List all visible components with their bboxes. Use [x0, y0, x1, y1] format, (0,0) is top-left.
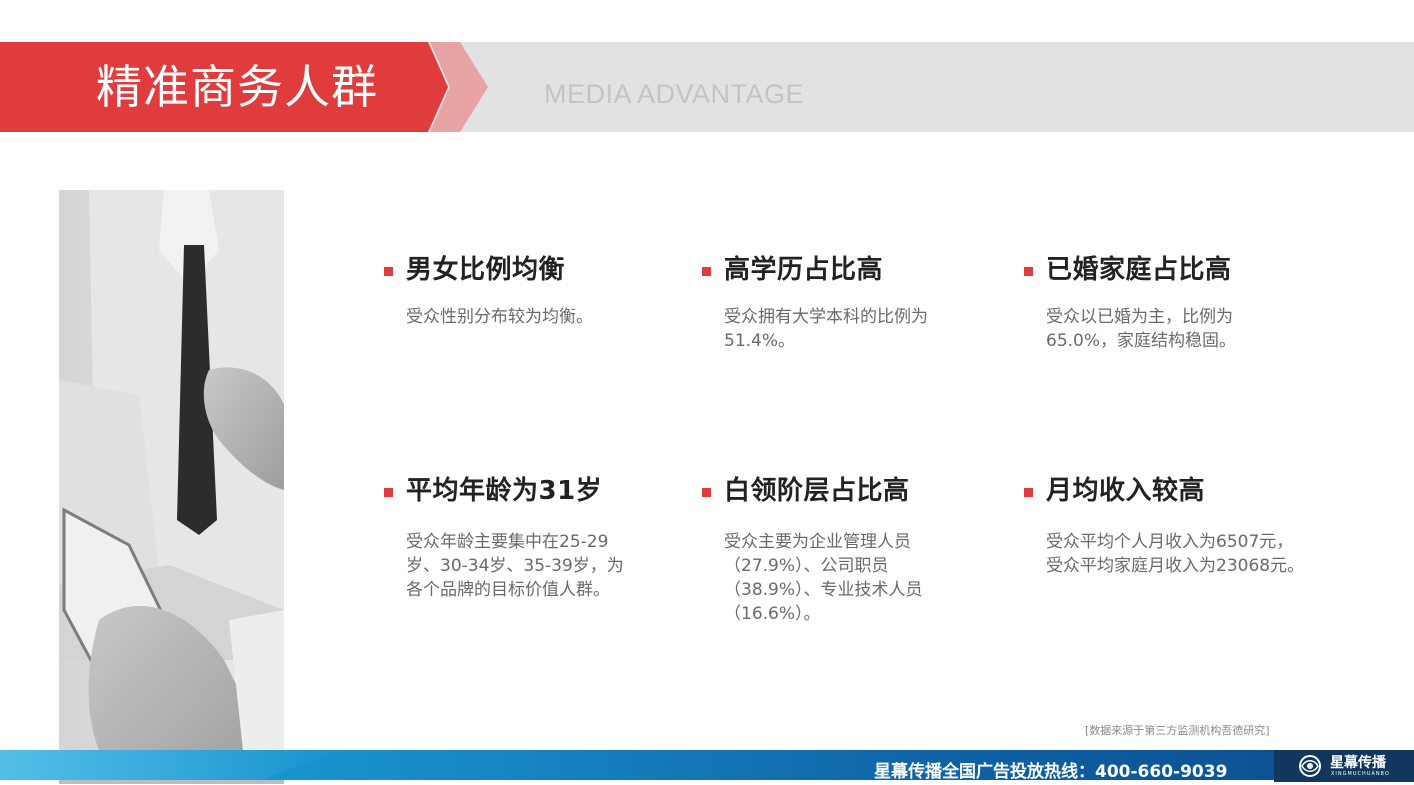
bullet-square-icon: [702, 267, 711, 276]
advertising-hotline: 星幕传播全国广告投放热线：400-660-9039: [874, 762, 1228, 782]
feature-title: 男女比例均衡: [406, 255, 566, 285]
business-people-photo: [59, 190, 284, 784]
brand-name: 星幕传播: [1330, 755, 1386, 771]
bullet-square-icon: [384, 488, 393, 497]
feature-title: 高学历占比高: [724, 255, 884, 285]
bullet-square-icon: [702, 488, 711, 497]
brand-pinyin: XINGMUCHUANBO: [1331, 771, 1390, 777]
feature-title: 白领阶层占比高: [724, 476, 910, 506]
feature-title: 已婚家庭占比高: [1046, 255, 1232, 285]
feature-title: 平均年龄为31岁: [406, 476, 603, 506]
footer-wave-decoration: [0, 750, 340, 780]
feature-description: 受众以已婚为主，比例为65.0%，家庭结构稳固。: [1046, 307, 1237, 351]
feature-description: 受众年龄主要集中在25-29岁、30-34岁、35-39岁，为各个品牌的目标价值…: [406, 532, 624, 600]
bullet-square-icon: [1024, 488, 1033, 497]
page-title: 精准商务人群: [96, 60, 378, 114]
brand-emblem-icon: [1299, 755, 1321, 777]
feature-description: 受众主要为企业管理人员（27.9%）、公司职员（38.9%）、专业技术人员（16…: [724, 532, 923, 624]
feature-description: 受众拥有大学本科的比例为51.4%。: [724, 307, 928, 351]
bullet-square-icon: [1024, 267, 1033, 276]
data-source-note: [数据来源于第三方监测机构吾德研究]: [1085, 724, 1270, 737]
feature-title: 月均收入较高: [1046, 476, 1206, 506]
feature-description: 受众性别分布较为均衡。: [406, 307, 593, 327]
bullet-square-icon: [384, 267, 393, 276]
page-subtitle: MEDIA ADVANTAGE: [544, 79, 805, 109]
feature-description: 受众平均个人月收入为6507元，受众平均家庭月收入为23068元。: [1046, 532, 1305, 576]
